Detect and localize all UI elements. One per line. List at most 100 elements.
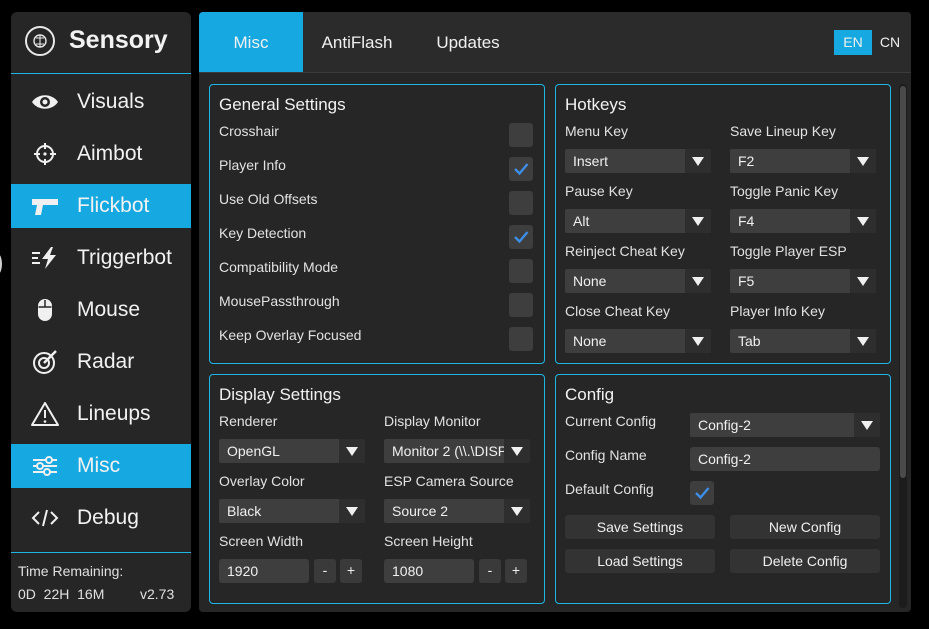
save-lineup-key-select[interactable]: F2	[730, 149, 876, 173]
option-label: MousePassthrough	[219, 293, 340, 309]
menu-key-select[interactable]: Insert	[565, 149, 711, 173]
hotkey-label: Player Info Key	[730, 303, 825, 319]
select-value: F4	[738, 213, 755, 229]
radar-icon	[33, 350, 57, 374]
sidebar-item-debug[interactable]: Debug	[11, 496, 191, 540]
brand-header: Sensory	[11, 12, 191, 74]
sidebar-item-lineups[interactable]: Lineups	[11, 392, 191, 436]
screen-width-increment-button[interactable]: +	[340, 559, 362, 583]
hotkey-label: Toggle Player ESP	[730, 243, 847, 259]
mouse-passthrough-checkbox[interactable]	[509, 293, 533, 317]
load-settings-button[interactable]: Load Settings	[565, 549, 715, 573]
sidebar: Sensory Visuals Aimbot Flickbot Triggerb…	[11, 12, 191, 612]
language-cn-button[interactable]: CN	[875, 30, 905, 55]
brain-logo-icon	[25, 26, 55, 56]
delete-config-button[interactable]: Delete Config	[730, 549, 880, 573]
panel-title: Display Settings	[219, 385, 341, 404]
crosshair-icon	[34, 143, 56, 165]
main-content: Misc AntiFlash Updates EN CN General Set…	[199, 12, 911, 612]
sidebar-item-mouse[interactable]: Mouse	[11, 288, 191, 332]
screen-height-decrement-button[interactable]: -	[479, 559, 501, 583]
select-value: Tab	[738, 333, 761, 349]
reinject-cheat-key-select[interactable]: None	[565, 269, 711, 293]
input-value: Config-2	[698, 451, 751, 467]
crosshair-checkbox[interactable]	[509, 123, 533, 147]
chevron-down-icon	[850, 209, 876, 233]
sidebar-item-flickbot[interactable]: Flickbot	[11, 184, 191, 228]
sidebar-item-label: Misc	[77, 454, 121, 477]
sidebar-item-triggerbot[interactable]: Triggerbot	[11, 236, 191, 280]
option-label: Use Old Offsets	[219, 191, 318, 207]
tab-misc[interactable]: Misc	[199, 12, 303, 72]
close-cheat-key-select[interactable]: None	[565, 329, 711, 353]
key-detection-checkbox[interactable]	[509, 225, 533, 249]
sidebar-item-label: Aimbot	[77, 142, 143, 165]
trigger-lightning-icon	[32, 247, 56, 269]
hotkey-label: Close Cheat Key	[565, 303, 671, 319]
screen-width-input[interactable]: 1920	[219, 559, 309, 583]
chevron-down-icon	[504, 499, 530, 523]
sidebar-item-misc[interactable]: Misc	[11, 444, 191, 488]
chevron-down-icon	[685, 269, 711, 293]
screen-width-label: Screen Width	[219, 533, 304, 549]
display-monitor-select[interactable]: Monitor 2 (\\.\DISPLAY2)	[384, 439, 530, 463]
screen-height-increment-button[interactable]: +	[505, 559, 527, 583]
hotkey-label: Pause Key	[565, 183, 633, 199]
select-value: None	[573, 273, 607, 289]
chevron-down-icon	[339, 439, 365, 463]
screen-width-decrement-button[interactable]: -	[314, 559, 336, 583]
select-value: Black	[227, 503, 262, 519]
option-label: Crosshair	[219, 123, 279, 139]
select-value: F5	[738, 273, 755, 289]
use-old-offsets-checkbox[interactable]	[509, 191, 533, 215]
language-en-button[interactable]: EN	[834, 30, 872, 55]
config-name-input[interactable]: Config-2	[690, 447, 880, 471]
chevron-down-icon	[339, 499, 365, 523]
current-config-select[interactable]: Config-2	[690, 413, 880, 437]
toggle-player-esp-select[interactable]: F5	[730, 269, 876, 293]
player-info-key-select[interactable]: Tab	[730, 329, 876, 353]
warning-triangle-icon	[31, 402, 59, 426]
sidebar-item-label: Mouse	[77, 298, 141, 321]
time-remaining-label: Time Remaining:	[18, 563, 124, 579]
chevron-down-icon	[504, 439, 530, 463]
chevron-down-icon	[685, 149, 711, 173]
default-config-checkbox[interactable]	[690, 481, 714, 505]
vertical-scrollbar[interactable]	[899, 84, 907, 608]
new-config-button[interactable]: New Config	[730, 515, 880, 539]
chevron-down-icon	[685, 209, 711, 233]
player-info-checkbox[interactable]	[509, 157, 533, 181]
tab-updates[interactable]: Updates	[419, 12, 517, 72]
sidebar-item-label: Radar	[77, 350, 135, 373]
option-label: Key Detection	[219, 225, 307, 241]
esp-camera-source-select[interactable]: Source 2	[384, 499, 530, 523]
window-edge-glyph	[0, 254, 2, 274]
sidebar-item-visuals[interactable]: Visuals	[11, 80, 191, 124]
sidebar-item-aimbot[interactable]: Aimbot	[11, 132, 191, 176]
tab-antiflash[interactable]: AntiFlash	[307, 12, 407, 72]
config-panel: Config Current Config Config-2 Config Na…	[555, 374, 891, 604]
screen-height-input[interactable]: 1080	[384, 559, 474, 583]
time-remaining-value: 0D 22H 16M	[18, 586, 105, 602]
compatibility-mode-checkbox[interactable]	[509, 259, 533, 283]
select-value: OpenGL	[227, 443, 280, 459]
keep-overlay-focused-checkbox[interactable]	[509, 327, 533, 351]
hotkey-label: Menu Key	[565, 123, 629, 139]
sidebar-item-radar[interactable]: Radar	[11, 340, 191, 384]
option-label: Player Info	[219, 157, 286, 173]
display-monitor-label: Display Monitor	[384, 413, 481, 429]
hotkeys-panel: Hotkeys Menu Key Save Lineup Key Insert …	[555, 84, 891, 364]
pistol-icon	[32, 199, 58, 215]
chevron-down-icon	[850, 269, 876, 293]
chevron-down-icon	[850, 149, 876, 173]
scrollbar-thumb[interactable]	[900, 86, 906, 478]
panel-title: Config	[565, 385, 615, 404]
renderer-select[interactable]: OpenGL	[219, 439, 365, 463]
save-settings-button[interactable]: Save Settings	[565, 515, 715, 539]
overlay-color-select[interactable]: Black	[219, 499, 365, 523]
pause-key-select[interactable]: Alt	[565, 209, 711, 233]
toggle-panic-key-select[interactable]: F4	[730, 209, 876, 233]
input-value: 1080	[392, 563, 424, 579]
display-settings-panel: Display Settings Renderer Display Monito…	[209, 374, 545, 604]
esp-camera-source-label: ESP Camera Source	[384, 473, 514, 489]
